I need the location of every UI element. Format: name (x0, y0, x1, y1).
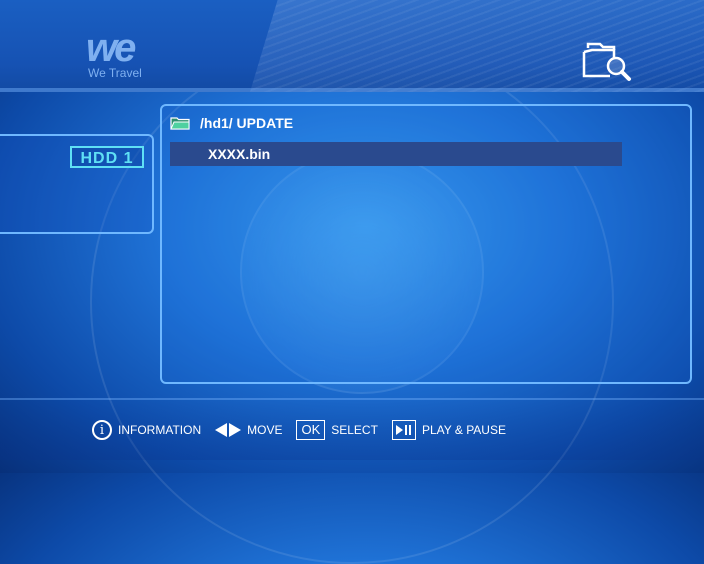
file-name: XXXX.bin (208, 146, 271, 162)
path-bar: /hd1/ UPDATE (170, 112, 293, 134)
folder-search-icon[interactable] (580, 36, 632, 82)
ok-key-icon: OK (296, 420, 326, 440)
help-information: INFORMATION (118, 423, 202, 437)
help-move: MOVE (247, 423, 283, 437)
book-illustration (250, 0, 704, 92)
logo-mark: we (86, 26, 136, 70)
device-hdd1[interactable]: HDD 1 (70, 146, 144, 168)
file-browser-panel: /hd1/ UPDATE XXXX.bin (160, 104, 692, 384)
left-right-arrows-icon (215, 423, 242, 437)
help-select: SELECT (331, 423, 378, 437)
we-travel-logo: we We Travel (86, 26, 166, 86)
play-pause-icon (391, 420, 416, 440)
file-item[interactable]: XXXX.bin (170, 142, 622, 166)
information-icon: i (92, 420, 112, 440)
folder-icon (170, 116, 190, 130)
current-path: /hd1/ UPDATE (200, 115, 294, 131)
help-play-pause: PLAY & PAUSE (421, 423, 506, 437)
screen: we We Travel HDD 1 /hd1/ UPDATE XXXX.bin (0, 0, 704, 564)
help-bar: i INFORMATION MOVE OK SELECT PLAY & PAUS… (92, 418, 520, 442)
logo-text: We Travel (88, 66, 142, 80)
header-divider (0, 88, 704, 92)
